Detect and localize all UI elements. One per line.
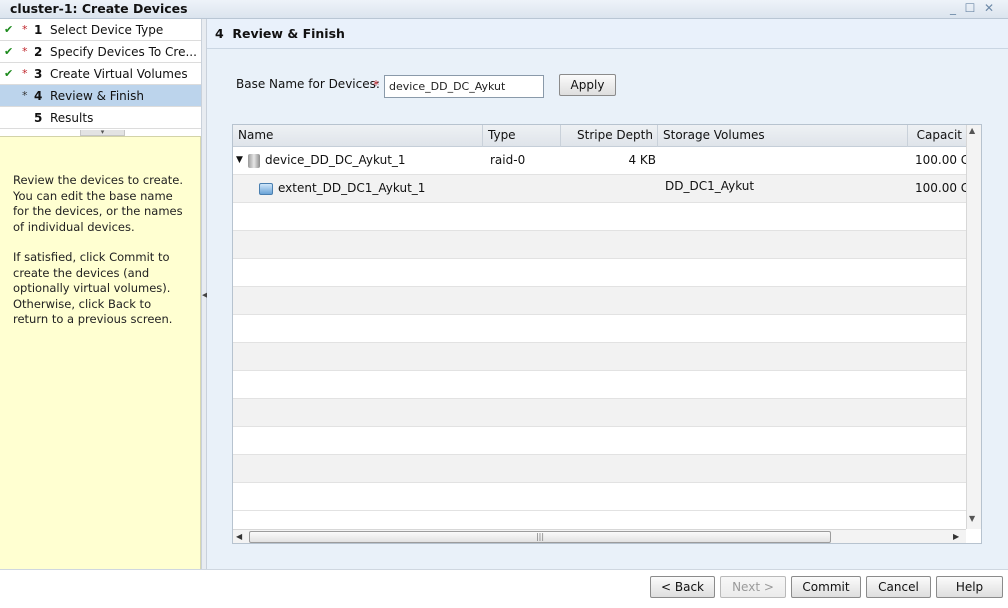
empty-row	[233, 399, 966, 427]
required-marker: *	[22, 67, 28, 80]
step-number: 3	[34, 67, 43, 81]
row-type: raid-0	[490, 153, 526, 167]
column-header-storage-volumes[interactable]: Storage Volumes	[658, 125, 908, 147]
back-button[interactable]: < Back	[650, 576, 715, 598]
column-header-capacity[interactable]: Capacit	[908, 125, 966, 147]
page-title: 4 Review & Finish	[215, 26, 345, 41]
step-number: 5	[34, 111, 43, 125]
horizontal-scrollbar[interactable]: ◀ ||| ▶	[233, 529, 966, 543]
required-marker: *	[22, 23, 28, 36]
column-header-stripe-depth[interactable]: Stripe Depth	[561, 125, 658, 147]
next-button[interactable]: Next >	[720, 576, 786, 598]
help-button[interactable]: Help	[936, 576, 1003, 598]
row-name: extent_DD_DC1_Aykut_1	[278, 181, 426, 195]
vertical-scrollbar[interactable]: ▲ ▼	[966, 125, 981, 529]
empty-row	[233, 427, 966, 455]
commit-button[interactable]: Commit	[791, 576, 861, 598]
scrollbar-thumb[interactable]: |||	[249, 531, 831, 543]
row-capacity: 100.00 G	[915, 153, 966, 167]
row-capacity: 100.00 G	[915, 181, 966, 195]
row-storage-volumes: DD_DC1_Aykut	[665, 179, 755, 193]
empty-row	[233, 371, 966, 399]
empty-row	[233, 259, 966, 287]
expand-toggle-icon[interactable]: ▼	[236, 147, 243, 175]
help-text-review: Review the devices to create. You can ed…	[13, 173, 183, 234]
minimize-icon[interactable]: _	[946, 1, 960, 16]
row-stripe-depth: 4 KB	[628, 153, 656, 167]
table-row[interactable]: ▼ device_DD_DC_Aykut_1 raid-0 4 KB 100.0…	[233, 147, 966, 175]
required-marker: *	[22, 45, 28, 58]
step-number: 1	[34, 23, 43, 37]
step-specify-devices[interactable]: ✔ * 2 Specify Devices To Cre...	[0, 41, 201, 63]
main-content: 4 Review & Finish Base Name for Devices:…	[207, 19, 1008, 569]
extent-icon	[259, 175, 273, 203]
base-name-label: Base Name for Devices:	[236, 77, 380, 91]
help-panel: Review the devices to create. You can ed…	[0, 136, 201, 569]
required-marker: *	[373, 78, 379, 92]
empty-row	[233, 315, 966, 343]
step-number: 2	[34, 45, 43, 59]
grid-header: Name Type Stripe Depth Storage Volumes C…	[233, 125, 966, 147]
window-title: cluster-1: Create Devices	[10, 1, 188, 16]
base-name-input[interactable]	[384, 75, 544, 98]
empty-row	[233, 455, 966, 483]
step-results: 5 Results	[0, 107, 201, 129]
scroll-down-icon[interactable]: ▼	[969, 514, 975, 523]
row-name: device_DD_DC_Aykut_1	[265, 153, 406, 167]
empty-row	[233, 231, 966, 259]
scroll-left-icon[interactable]: ◀	[236, 532, 242, 541]
scroll-up-icon[interactable]: ▲	[969, 126, 975, 135]
step-label: Review & Finish	[50, 89, 144, 103]
help-text-commit: If satisfied, click Commit to create the…	[13, 250, 173, 326]
column-header-type[interactable]: Type	[483, 125, 561, 147]
empty-row	[233, 483, 966, 511]
checkmark-icon: ✔	[4, 67, 14, 80]
column-header-name[interactable]: Name	[233, 125, 483, 147]
step-review-finish[interactable]: * 4 Review & Finish	[0, 85, 201, 107]
step-select-device-type[interactable]: ✔ * 1 Select Device Type	[0, 19, 201, 41]
empty-row	[233, 343, 966, 371]
checkmark-icon: ✔	[4, 23, 14, 36]
footer-bar: < Back Next > Commit Cancel Help	[0, 569, 1008, 608]
table-row[interactable]: extent_DD_DC1_Aykut_1 DD_DC1_Aykut 100.0…	[233, 175, 966, 203]
step-label: Select Device Type	[50, 23, 164, 37]
maximize-icon[interactable]: ☐	[963, 1, 977, 16]
step-label: Specify Devices To Cre...	[50, 45, 197, 59]
required-marker: *	[22, 89, 28, 102]
close-icon[interactable]: ✕	[982, 1, 996, 16]
cancel-button[interactable]: Cancel	[866, 576, 931, 598]
devices-grid: Name Type Stripe Depth Storage Volumes C…	[232, 124, 982, 544]
wizard-steps: ✔ * 1 Select Device Type ✔ * 2 Specify D…	[0, 19, 201, 131]
step-label: Create Virtual Volumes	[50, 67, 188, 81]
window-titlebar: cluster-1: Create Devices _ ☐ ✕	[0, 0, 1008, 19]
step-label: Results	[50, 111, 94, 125]
scroll-right-icon[interactable]: ▶	[953, 532, 959, 541]
empty-row	[233, 203, 966, 231]
device-icon	[248, 147, 260, 175]
page-header: 4 Review & Finish	[207, 19, 1008, 49]
apply-button[interactable]: Apply	[559, 74, 616, 96]
empty-row	[233, 287, 966, 315]
checkmark-icon: ✔	[4, 45, 14, 58]
step-create-virtual-volumes[interactable]: ✔ * 3 Create Virtual Volumes	[0, 63, 201, 85]
step-number: 4	[34, 89, 43, 103]
